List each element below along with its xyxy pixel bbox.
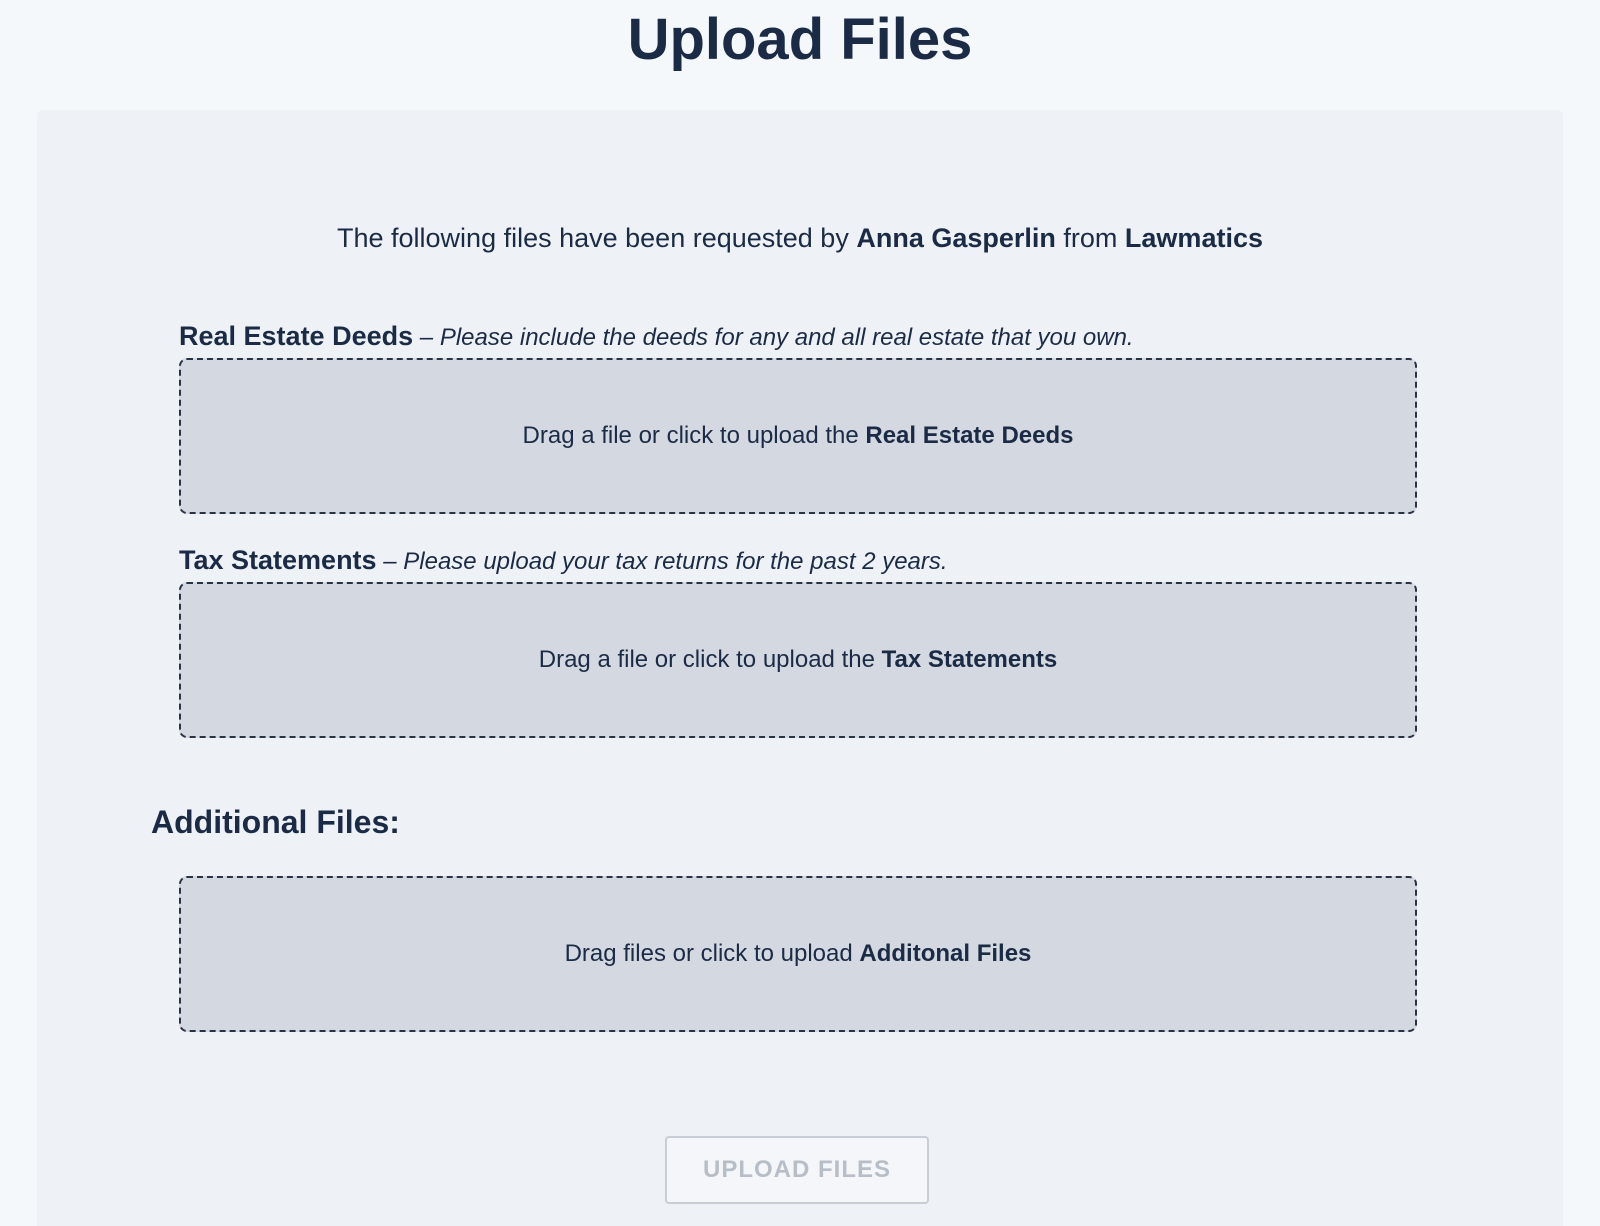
requested-file-separator: –: [413, 324, 440, 351]
dropzone-prefix: Drag a file or click to upload the: [538, 646, 875, 673]
requested-file-name: Real Estate Deeds: [179, 321, 414, 351]
request-summary: The following files have been requested …: [37, 218, 1563, 258]
request-prefix: The following files have been requested …: [337, 223, 849, 253]
dropzone-target: Additonal Files: [859, 940, 1032, 967]
dropzone-additional-files[interactable]: Drag files or click to upload Additonal …: [179, 876, 1417, 1032]
dropzone-prefix: Drag files or click to upload: [564, 940, 853, 967]
requested-file-label: Real Estate Deeds – Please include the d…: [179, 318, 1134, 356]
requested-file-description: Please include the deeds for any and all…: [439, 324, 1134, 351]
dropzone-real-estate-deeds[interactable]: Drag a file or click to upload the Real …: [179, 358, 1417, 514]
additional-files-heading: Additional Files:: [151, 804, 400, 840]
requested-file-description: Please upload your tax returns for the p…: [403, 548, 948, 575]
requested-file-label: Tax Statements – Please upload your tax …: [179, 542, 948, 580]
dropzone-target: Tax Statements: [881, 646, 1058, 673]
organization-name: Lawmatics: [1124, 223, 1263, 253]
upload-panel: The following files have been requested …: [37, 110, 1563, 1226]
upload-files-page: Upload Files The following files have be…: [0, 0, 1600, 1226]
dropzone-tax-statements[interactable]: Drag a file or click to upload the Tax S…: [179, 582, 1417, 738]
requester-name: Anna Gasperlin: [856, 223, 1056, 253]
dropzone-target: Real Estate Deeds: [865, 422, 1074, 449]
upload-files-button[interactable]: UPLOAD FILES: [665, 1136, 929, 1204]
request-connector: from: [1063, 223, 1118, 253]
requested-file-name: Tax Statements: [179, 545, 377, 575]
page-title: Upload Files: [627, 7, 973, 72]
requested-file-separator: –: [376, 548, 404, 575]
dropzone-prefix: Drag a file or click to upload the: [522, 422, 859, 449]
